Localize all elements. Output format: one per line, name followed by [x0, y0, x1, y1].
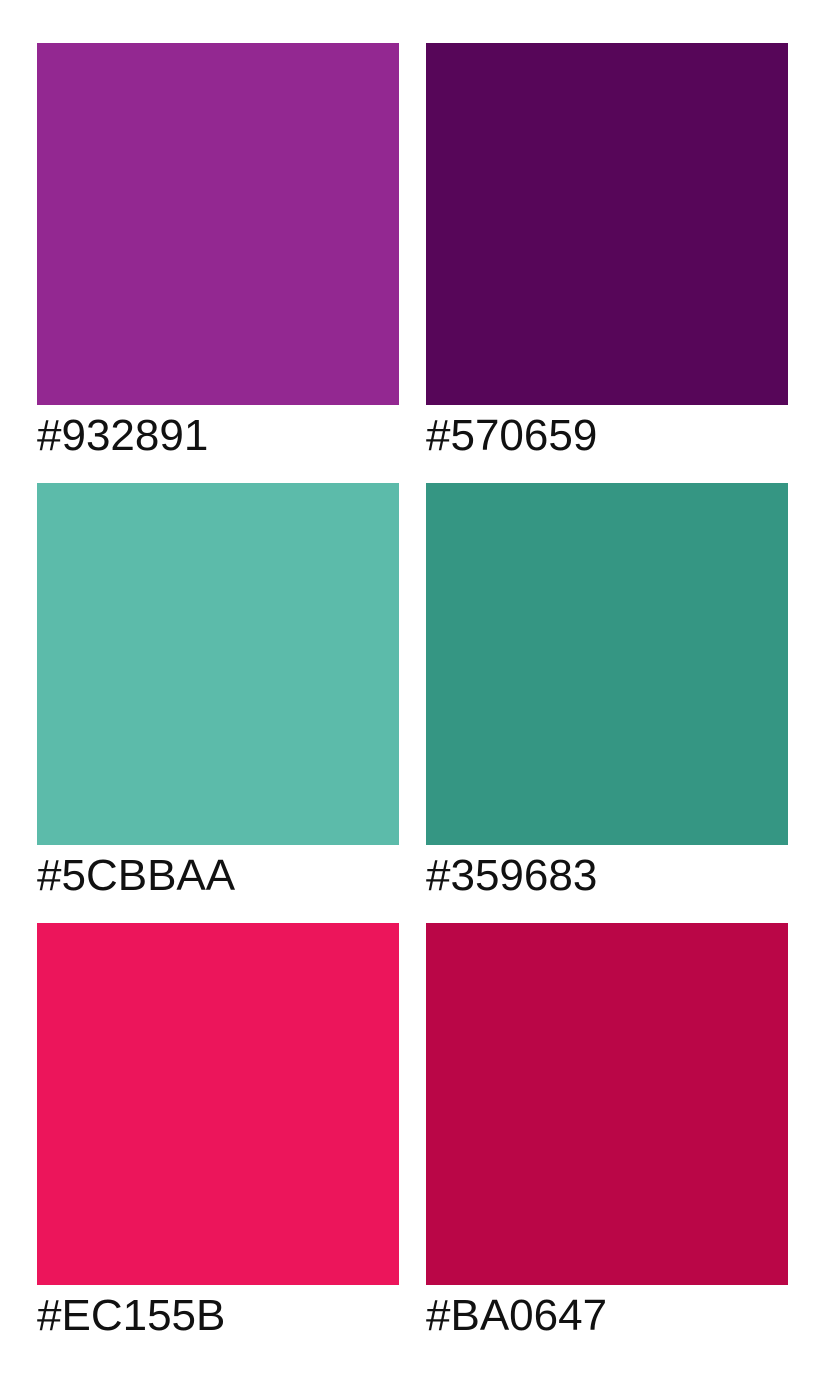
color-swatch [37, 483, 399, 845]
color-hex-label: #5CBBAA [37, 851, 236, 900]
color-swatch [426, 923, 788, 1285]
color-swatch [37, 43, 399, 405]
color-hex-label: #BA0647 [426, 1291, 608, 1340]
color-hex-label: #359683 [426, 851, 598, 900]
color-hex-label: #570659 [426, 411, 598, 460]
color-hex-label: #EC155B [37, 1291, 226, 1340]
color-swatch [426, 43, 788, 405]
color-swatch [37, 923, 399, 1285]
color-hex-label: #932891 [37, 411, 209, 460]
color-swatch [426, 483, 788, 845]
